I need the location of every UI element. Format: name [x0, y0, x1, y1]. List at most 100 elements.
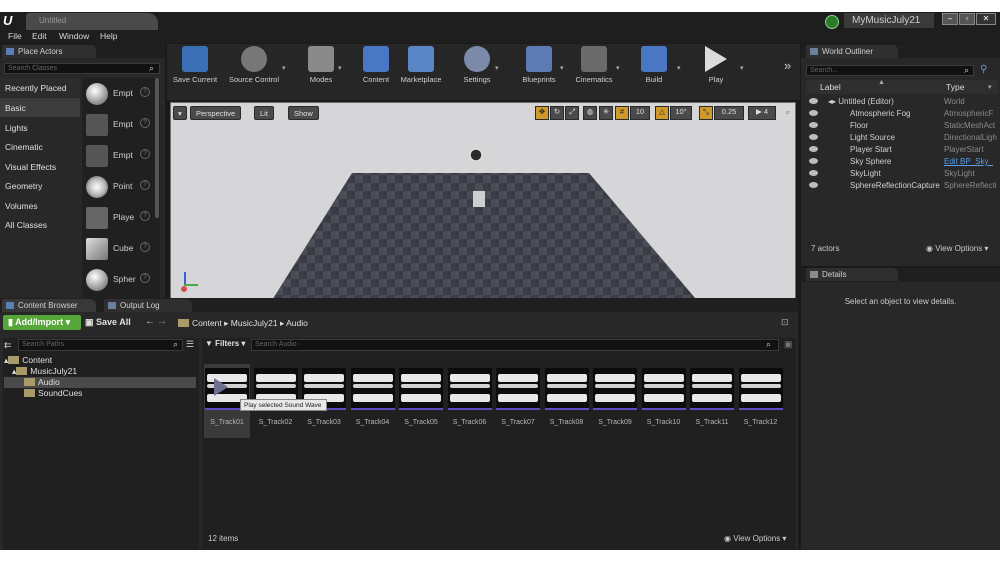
help-icon[interactable]: ?	[140, 149, 150, 159]
outliner-row-light-source[interactable]: Light Source DirectionalLigh	[806, 132, 998, 144]
save-current-button[interactable]: Save Current	[170, 46, 220, 94]
tree-item-soundcues[interactable]: SoundCues	[24, 388, 82, 399]
blueprints-button[interactable]: Blueprints	[516, 46, 562, 94]
tab-output-log[interactable]: Output Log	[104, 299, 192, 312]
grid-snap-value[interactable]: 10	[630, 106, 650, 120]
close-button[interactable]: ✕	[976, 13, 996, 25]
actor-list-scrollbar[interactable]	[155, 78, 159, 218]
search-audio-input[interactable]: Search Audio	[251, 339, 779, 351]
tree-item-audio[interactable]: Audio	[24, 377, 60, 388]
modes-button[interactable]: Modes	[300, 46, 342, 94]
level-viewport[interactable]: ▾ Perspective Lit Show ✥ ↻ ⤢ ◍ ✳ # 10 △ …	[170, 102, 796, 304]
breadcrumb-musicjuly21[interactable]: MusicJuly21	[231, 318, 278, 328]
sound-wave-asset[interactable]: S_Track07	[496, 366, 540, 436]
eye-icon[interactable]	[809, 122, 818, 128]
type-column-dropdown[interactable]: ▾	[988, 83, 992, 91]
show-button[interactable]: Show	[288, 106, 319, 120]
maximize-button[interactable]: ▫	[959, 13, 975, 25]
menu-help[interactable]: Help	[100, 31, 117, 41]
menu-edit[interactable]: Edit	[32, 31, 47, 41]
category-cinematic[interactable]: Cinematic	[0, 137, 80, 156]
sound-wave-asset[interactable]: S_Track09	[593, 366, 637, 436]
outliner-row-floor[interactable]: Floor StaticMeshAct	[806, 120, 998, 132]
outliner-row-skylight[interactable]: SkyLight SkyLight	[806, 168, 998, 180]
save-search-icon[interactable]: ▣	[784, 339, 793, 350]
viewport-options-dropdown[interactable]: ▾	[173, 106, 187, 120]
help-icon[interactable]: ?	[140, 242, 150, 252]
grid-snap-icon[interactable]: #	[615, 106, 629, 120]
sound-wave-asset[interactable]: S_Track10	[641, 366, 686, 436]
actor-cube[interactable]: Cube?	[84, 235, 154, 264]
settings-button[interactable]: Settings	[457, 46, 497, 94]
help-icon[interactable]: ?	[140, 211, 150, 221]
eye-icon[interactable]	[809, 170, 818, 176]
lit-button[interactable]: Lit	[254, 106, 274, 120]
build-dropdown[interactable]: ▾	[677, 64, 681, 72]
tab-place-actors[interactable]: Place Actors	[2, 45, 96, 58]
rotation-snap-icon[interactable]: △	[655, 106, 669, 120]
sound-wave-asset[interactable]: S_Track12	[738, 366, 783, 436]
minimize-button[interactable]: –	[942, 13, 958, 25]
back-arrow-icon[interactable]: ←	[145, 316, 155, 327]
tree-item-musicjuly21[interactable]: ▴ MusicJuly21	[12, 366, 77, 377]
sources-toggle-icon[interactable]: ⇇	[4, 340, 12, 351]
perspective-button[interactable]: Perspective	[190, 106, 242, 120]
add-import-button[interactable]: ▮ Add/Import ▾	[3, 315, 81, 330]
modes-dropdown[interactable]: ▾	[338, 64, 342, 72]
scale-icon[interactable]: ⤢	[565, 106, 579, 120]
edit-blueprint-link[interactable]: Edit BP_Sky_	[944, 157, 998, 166]
menu-file[interactable]: File	[8, 31, 22, 41]
cinematics-dropdown[interactable]: ▾	[616, 64, 620, 72]
lock-icon[interactable]: ⊡	[781, 317, 789, 328]
breadcrumb-audio[interactable]: Audio	[286, 318, 308, 328]
sound-wave-asset[interactable]: S_Track08	[544, 366, 589, 436]
help-icon[interactable]: ?	[140, 273, 150, 283]
content-view-options-button[interactable]: ◉ View Options ▾	[724, 534, 786, 543]
actor-empty-actor[interactable]: Empt?	[84, 80, 154, 109]
outliner-row-sky-sphere[interactable]: Sky Sphere Edit BP_Sky_	[806, 156, 998, 168]
actor-empty-character[interactable]: Empt?	[84, 111, 154, 140]
level-tab[interactable]: Untitled	[26, 13, 158, 30]
place-actors-search-input[interactable]: Search Classes	[4, 63, 160, 74]
sound-wave-asset[interactable]: S_Track04	[350, 366, 395, 436]
scale-snap-icon[interactable]: ⤡	[699, 106, 713, 120]
rotation-snap-value[interactable]: 10°	[670, 106, 692, 120]
content-button[interactable]: Content	[356, 46, 396, 94]
actor-player-start[interactable]: Playe?	[84, 204, 154, 233]
blueprints-dropdown[interactable]: ▾	[560, 64, 564, 72]
player-start-gizmo[interactable]	[473, 191, 485, 207]
sky-sphere-gizmo[interactable]	[469, 148, 483, 162]
outliner-row-world[interactable]: ◂▸ Untitled (Editor) World	[806, 96, 998, 108]
surface-snap-icon[interactable]: ✳	[599, 106, 613, 120]
build-button[interactable]: Build	[636, 46, 672, 94]
column-label[interactable]: Label	[820, 82, 841, 92]
eye-icon[interactable]	[809, 98, 818, 104]
eye-icon[interactable]	[809, 134, 818, 140]
category-visual-effects[interactable]: Visual Effects	[0, 157, 80, 176]
sound-wave-asset[interactable]: S_Track06	[447, 366, 492, 436]
tree-item-content[interactable]: ▴ Content	[4, 355, 52, 366]
category-all-classes[interactable]: All Classes	[0, 215, 80, 234]
sound-wave-asset[interactable]: S_Track05	[399, 366, 443, 436]
eye-icon[interactable]	[809, 146, 818, 152]
outliner-row-player-start[interactable]: Player Start PlayerStart	[806, 144, 998, 156]
source-control-button[interactable]: Source Control	[224, 46, 284, 94]
outliner-row-atmospheric-fog[interactable]: Atmospheric Fog AtmosphericF	[806, 108, 998, 120]
source-control-dropdown[interactable]: ▾	[282, 64, 286, 72]
column-type[interactable]: Type	[946, 82, 964, 92]
forward-arrow-icon[interactable]: →	[157, 316, 167, 327]
add-filter-icon[interactable]: ⚲	[980, 64, 987, 75]
world-space-icon[interactable]: ◍	[583, 106, 597, 120]
breadcrumb-content[interactable]: Content	[192, 318, 222, 328]
category-recently-placed[interactable]: Recently Placed	[0, 78, 80, 97]
camera-speed-button[interactable]: ▶ 4	[748, 106, 776, 120]
scale-snap-value[interactable]: 0.25	[714, 106, 744, 120]
help-icon[interactable]: ?	[140, 87, 150, 97]
menu-window[interactable]: Window	[59, 31, 89, 41]
ue-logo[interactable]: U	[3, 13, 19, 29]
tab-details[interactable]: Details	[806, 268, 898, 281]
actor-point-light[interactable]: Point?	[84, 173, 154, 202]
translate-icon[interactable]: ✥	[535, 106, 549, 120]
help-icon[interactable]: ?	[140, 180, 150, 190]
play-button[interactable]: Play	[696, 46, 736, 94]
